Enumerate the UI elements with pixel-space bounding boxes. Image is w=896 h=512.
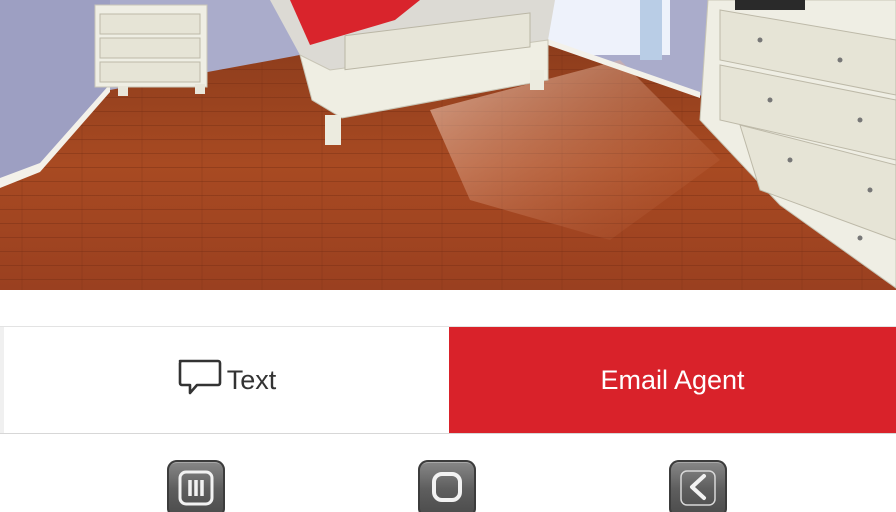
recents-button[interactable] xyxy=(167,460,225,512)
listing-photo[interactable] xyxy=(0,0,896,290)
home-icon xyxy=(427,468,467,508)
back-icon xyxy=(678,468,718,508)
chat-bubble-icon xyxy=(177,358,223,403)
email-agent-button-label: Email Agent xyxy=(600,364,745,395)
spacer xyxy=(0,290,896,326)
home-button[interactable] xyxy=(418,460,476,512)
text-button-label: Text xyxy=(226,364,277,395)
contact-action-bar: Text Email Agent xyxy=(0,326,896,434)
system-nav-bar xyxy=(0,435,896,512)
recents-icon xyxy=(176,468,216,508)
email-agent-button[interactable]: Email Agent xyxy=(449,327,896,433)
bedroom-photo-illustration xyxy=(0,0,896,290)
text-button[interactable]: Text xyxy=(0,327,449,433)
back-button[interactable] xyxy=(669,460,727,512)
